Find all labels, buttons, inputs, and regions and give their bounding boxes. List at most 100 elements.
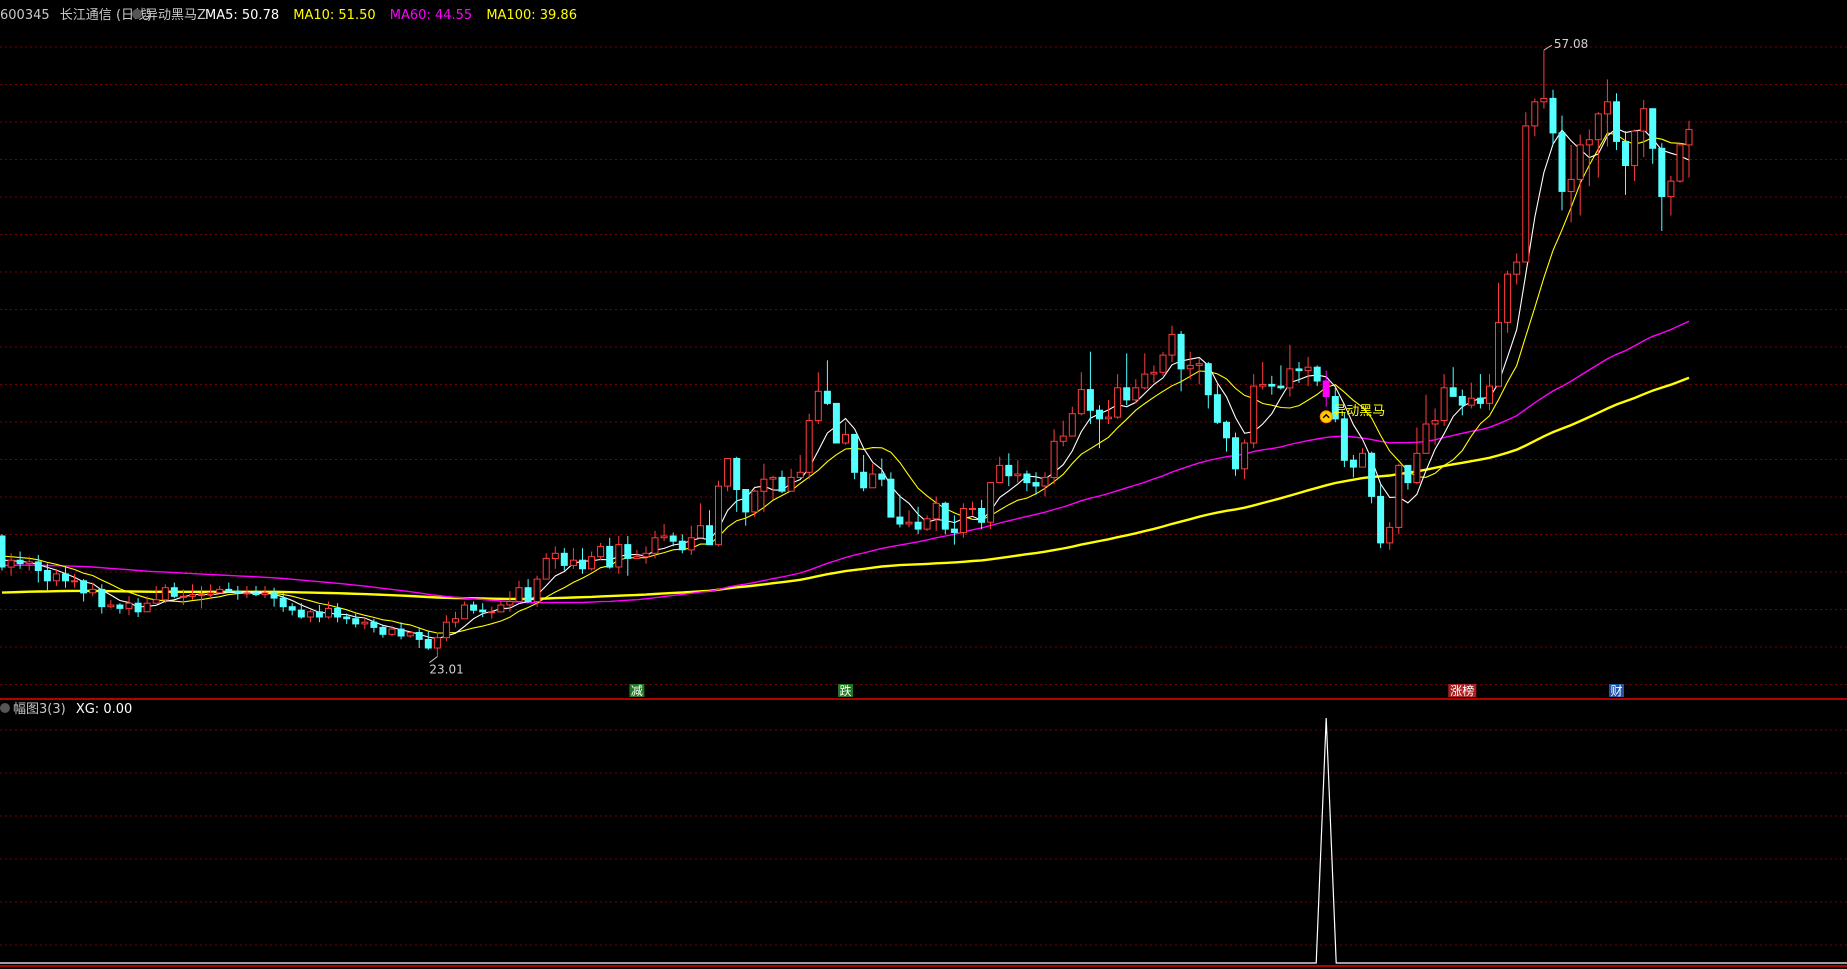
candle-body — [1268, 383, 1276, 387]
candle-body — [143, 602, 151, 613]
candle-body — [80, 580, 88, 594]
candle-body — [878, 473, 886, 480]
candle-body — [43, 570, 51, 582]
candle — [923, 515, 931, 531]
candle-body — [851, 433, 859, 473]
candle — [524, 579, 532, 604]
candle — [1440, 374, 1448, 426]
candle-body — [98, 588, 106, 608]
candle-body — [1622, 140, 1629, 166]
candle-body — [1023, 473, 1031, 484]
candle-body — [334, 607, 342, 618]
candle — [1667, 175, 1675, 216]
candle-body — [52, 573, 60, 582]
candle-body — [987, 482, 995, 523]
event-marker: 跌 — [838, 683, 853, 698]
candle-body — [1195, 363, 1203, 366]
event-marker: 减 — [629, 684, 645, 698]
ma5-line — [1, 127, 1690, 640]
candle-body — [107, 604, 115, 608]
candle — [1204, 362, 1212, 409]
candle — [1023, 470, 1031, 492]
ma100-label: MA100: 39.86 — [486, 8, 577, 23]
candle — [842, 422, 849, 445]
candle-body — [932, 502, 940, 520]
candle — [1567, 144, 1575, 223]
candle — [1504, 270, 1512, 333]
kline-chart[interactable]: 减跌涨榜财 600345 长江通信 (日线) 异动黑马Z MA5: 50.78 … — [0, 0, 1847, 969]
candle — [515, 580, 523, 603]
xg-value-label: XG: 0.00 — [76, 702, 132, 717]
event-marker: 涨榜 — [1448, 683, 1477, 698]
candle — [306, 610, 314, 623]
candle — [116, 603, 124, 614]
candle-body — [1349, 459, 1357, 468]
candle-body — [751, 490, 759, 513]
candle — [152, 586, 160, 604]
candle-body — [1014, 473, 1022, 477]
candle-body — [1476, 397, 1484, 404]
candle-body — [760, 478, 768, 492]
candle — [1458, 389, 1466, 416]
event-marker-label: 减 — [631, 684, 643, 698]
candle — [914, 506, 922, 535]
indicator-settings-icon[interactable] — [132, 9, 142, 19]
candle-body — [1050, 440, 1058, 478]
candle — [905, 510, 913, 528]
candle-body — [579, 559, 586, 570]
candle-body — [941, 502, 949, 530]
candle-body — [1585, 139, 1593, 146]
sub-indicator-settings-icon[interactable] — [0, 703, 10, 713]
candle-body — [1005, 464, 1013, 477]
chart-root: 减跌涨榜财 600345 长江通信 (日线) 异动黑马Z MA5: 50.78 … — [0, 0, 1847, 969]
candle — [1649, 108, 1657, 164]
candle-body — [470, 604, 478, 611]
candle-body — [361, 621, 369, 625]
candle-body — [769, 476, 777, 480]
candle-body — [1241, 442, 1249, 470]
candle — [606, 537, 614, 569]
candle — [497, 601, 505, 613]
candle-body — [198, 594, 205, 597]
event-marker-label: 跌 — [839, 683, 851, 698]
candle-body — [1549, 97, 1557, 134]
candle-body — [1204, 363, 1212, 396]
candle-body — [406, 632, 414, 637]
candle-body — [1259, 383, 1267, 387]
candle — [1449, 367, 1457, 397]
sub-chart-layer — [0, 717, 1847, 964]
candle — [1404, 464, 1412, 490]
candle — [234, 586, 242, 600]
candle — [461, 601, 469, 620]
candle-body — [905, 521, 913, 525]
candle-body — [533, 578, 541, 602]
candle — [0, 534, 6, 571]
candle-body — [660, 535, 668, 539]
candle — [415, 627, 423, 648]
candle-body — [71, 580, 79, 583]
candle — [1086, 351, 1094, 424]
candle-body — [832, 402, 840, 444]
candle — [1386, 522, 1394, 550]
stock-name: 长江通信 — [60, 8, 112, 23]
candle-body — [1558, 132, 1566, 192]
candle-body — [969, 508, 976, 510]
candle — [1513, 253, 1521, 285]
candle-body — [869, 473, 877, 489]
signal-marker-icon — [1319, 410, 1333, 424]
candle — [742, 489, 750, 526]
candle-body — [1096, 409, 1103, 420]
candle — [1014, 460, 1022, 483]
candle — [107, 599, 115, 609]
candle — [397, 622, 405, 640]
candle-body — [397, 628, 405, 637]
candle — [1159, 351, 1167, 376]
candle — [1658, 143, 1666, 231]
candle-body — [1232, 437, 1239, 470]
candle — [642, 546, 650, 564]
candle — [814, 372, 822, 424]
candle-body — [1594, 113, 1602, 141]
candle — [198, 586, 205, 609]
xg-series-line — [0, 717, 1847, 964]
candle-body — [379, 626, 387, 635]
